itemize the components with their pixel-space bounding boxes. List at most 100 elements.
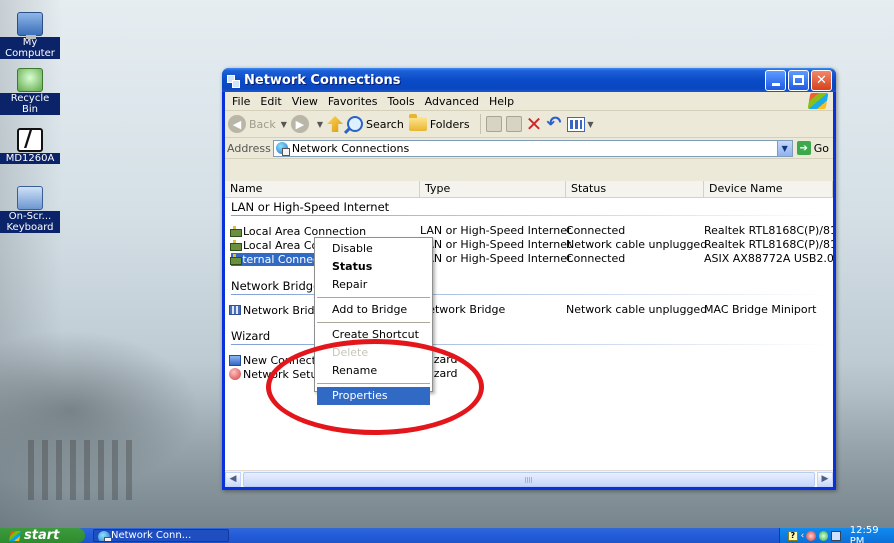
windows-logo-icon [9,530,21,541]
menu-tools[interactable]: Tools [383,95,420,108]
context-menu-delete[interactable]: Delete [315,344,432,362]
search-label: Search [366,117,404,131]
go-arrow-icon: ➔ [796,141,811,155]
row-status: Network cable unplugged [566,238,708,251]
horizontal-scrollbar[interactable]: ◀ ▶ [225,470,833,487]
context-menu-create-shortcut[interactable]: Create Shortcut [315,326,432,344]
row-name: Local Area Connection [243,224,367,238]
go-button[interactable]: ➔ Go [793,141,833,155]
desktop-icon-label: Recycle Bin [0,93,60,115]
forward-button[interactable]: ▶ [290,115,312,133]
forward-arrow-icon: ▶ [290,115,309,133]
scroll-thumb[interactable] [243,471,815,487]
column-header-name[interactable]: Name [225,181,420,197]
context-menu-rename[interactable]: Rename [315,362,432,380]
context-menu-repair[interactable]: Repair [315,276,432,294]
window-titlebar[interactable]: Network Connections ✕ [222,68,836,92]
folders-icon [408,114,427,131]
maximize-button[interactable] [788,69,809,91]
group-header-network-bridge: Network Bridge [231,279,831,295]
minimize-button[interactable] [765,69,786,91]
column-headers: Name Type Status Device Name [225,181,833,198]
scroll-grip-icon [525,476,533,483]
context-menu-separator [317,322,430,323]
keyboard-icon [17,186,43,210]
taskbar-item-network-connections[interactable]: Network Conn... [93,529,229,542]
column-header-status[interactable]: Status [566,181,704,197]
forward-dropdown-icon[interactable]: ▼ [317,120,323,129]
tray-expand-icon[interactable]: ‹ [801,531,805,541]
lan-connection-icon [229,239,242,251]
back-button[interactable]: ◀ Back [228,115,276,133]
folders-button[interactable]: Folders [408,114,470,131]
views-icon[interactable] [567,116,586,132]
group-header-lan: LAN or High-Speed Internet [231,200,831,216]
views-dropdown-icon[interactable]: ▼ [587,120,593,129]
move-to-icon[interactable] [485,116,502,132]
desktop-icon-label: On-Scr... Keyboard [0,211,60,233]
context-menu-properties[interactable]: Properties [317,387,430,405]
address-bar: Address Network Connections ▼ ➔ Go [225,138,833,159]
help-icon[interactable]: ? [788,530,798,541]
undo-icon[interactable]: ↶ [546,115,561,133]
desktop-icon-label: MD1260A [0,153,60,164]
network-status-icon[interactable] [806,530,816,541]
context-menu: Disable Status Repair Add to Bridge Crea… [314,237,433,405]
start-label: start [24,528,60,543]
desktop-icon-on-screen-keyboard[interactable]: On-Scr... Keyboard [0,186,60,233]
my-computer-icon [17,12,43,39]
menu-file[interactable]: File [227,95,255,108]
monitor-icon[interactable] [831,530,841,541]
column-header-device-name[interactable]: Device Name [704,181,833,197]
menu-edit[interactable]: Edit [255,95,286,108]
context-menu-separator [317,297,430,298]
menu-bar: File Edit View Favorites Tools Advanced … [225,92,833,111]
network-connections-icon [226,73,240,88]
network-connections-icon [275,142,290,156]
taskbar: start Network Conn... ? ‹ 12:59 PM [0,525,894,543]
context-menu-disable[interactable]: Disable [315,240,432,258]
delete-icon[interactable]: ✕ [526,114,543,134]
menu-favorites[interactable]: Favorites [323,95,383,108]
copy-to-icon[interactable] [505,116,522,132]
desktop-icon-md1260a[interactable]: MD1260A [0,127,60,164]
address-label: Address [227,141,271,155]
desktop-icon-recycle-bin[interactable]: Recycle Bin [0,68,60,115]
menu-help[interactable]: Help [484,95,519,108]
row-type: LAN or High-Speed Internet [420,224,572,237]
table-row[interactable]: Local Area Connection LAN or High-Speed … [229,224,833,238]
up-folder-icon[interactable] [327,116,344,132]
group-title: Wizard [231,329,271,343]
row-status: Connected [566,224,626,237]
group-divider [231,215,831,216]
scroll-right-button[interactable]: ▶ [817,471,833,487]
search-icon [347,116,364,132]
context-menu-add-to-bridge[interactable]: Add to Bridge [315,301,432,319]
menu-advanced[interactable]: Advanced [420,95,484,108]
row-device: Realtek RTL8168C(P)/81 [704,238,833,251]
minimize-icon [771,82,780,86]
row-status: Connected [566,252,626,265]
back-dropdown-icon[interactable]: ▼ [281,120,287,129]
group-title: Network Bridge [231,279,321,293]
address-dropdown-icon[interactable]: ▼ [776,140,792,156]
row-type: LAN or High-Speed Internet [420,238,572,251]
network-connections-icon [98,531,112,541]
close-button[interactable]: ✕ [811,69,832,91]
menu-view[interactable]: View [287,95,323,108]
group-header-wizard: Wizard [231,329,831,345]
row-status: Network cable unplugged [566,303,708,316]
desktop-icon-my-computer[interactable]: My Computer [0,12,60,59]
scroll-left-button[interactable]: ◀ [225,471,241,487]
start-button[interactable]: start [0,528,85,543]
toolbar: ◀ Back ▼ ▶ ▼ Search Folders ✕ ↶ ▼ [225,111,833,138]
context-menu-status[interactable]: Status [315,258,432,276]
address-field[interactable]: Network Connections ▼ [272,139,793,157]
scroll-track[interactable] [241,471,817,487]
column-header-type[interactable]: Type [420,181,566,197]
lan-connection-icon [229,225,242,237]
new-connection-wizard-icon [229,354,241,366]
network-status-icon[interactable] [818,530,829,541]
search-button[interactable]: Search [347,116,404,132]
context-menu-separator [317,383,430,384]
